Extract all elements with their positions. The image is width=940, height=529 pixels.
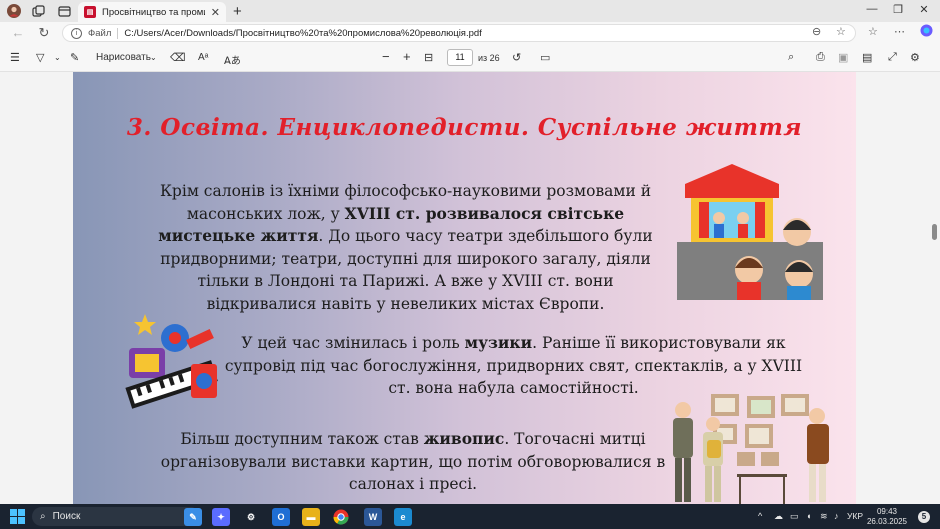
copilot-taskbar-icon[interactable]: ✦ xyxy=(212,508,230,526)
start-menu-icon[interactable] xyxy=(10,509,25,524)
outlook-icon[interactable]: O xyxy=(272,508,290,526)
chevron-down-icon[interactable]: ⌄ xyxy=(54,53,61,62)
scrollbar-thumb[interactable] xyxy=(932,224,937,240)
search-label: Поиск xyxy=(52,511,81,522)
art-exhibition-illustration xyxy=(673,394,829,504)
clock-time: 09:43 xyxy=(876,507,898,516)
volume-icon[interactable]: ◖ xyxy=(806,511,811,521)
text-run: Більш доступним також став xyxy=(180,430,424,448)
translate-icon[interactable]: ꓮあ xyxy=(224,52,241,67)
notification-badge[interactable]: 5 xyxy=(918,511,930,523)
refresh-icon[interactable]: ↻ xyxy=(36,25,52,41)
bold-text: музики xyxy=(464,333,533,352)
taskbar-search-field[interactable]: ⌕ Поиск xyxy=(32,507,200,526)
maximize-icon[interactable]: ❐ xyxy=(888,3,908,16)
puppet-theatre-illustration xyxy=(677,164,823,300)
bold-text: живопис xyxy=(423,429,505,448)
tab-title: Просвітництво та промислова р xyxy=(102,6,205,18)
pdf-page: 3. Освіта. Енциклопедисти. Суспільне жит… xyxy=(73,72,856,504)
close-tab-icon[interactable]: ✕ xyxy=(211,6,220,19)
url-field[interactable]: i Файл C:/Users/Acer/Downloads/Просвітни… xyxy=(62,24,856,42)
save-as-icon[interactable]: ▤ xyxy=(862,51,872,64)
vertical-scrollbar[interactable] xyxy=(929,72,940,504)
chrome-icon[interactable] xyxy=(332,508,350,526)
zoom-in-button[interactable]: + xyxy=(403,49,411,64)
onedrive-icon[interactable]: ☁ xyxy=(774,511,783,522)
pdf-toolbar: ☰ ▽ ⌄ ✎ Нарисовать ⌄ ⌫ Aᵃ ꓮあ − + ⊟ 11 из… xyxy=(0,44,940,72)
contents-icon[interactable]: ☰ xyxy=(10,51,20,64)
speaker-icon[interactable]: ♪ xyxy=(834,511,839,521)
search-icon: ⌕ xyxy=(40,511,46,522)
eraser-icon[interactable]: ⌫ xyxy=(170,51,186,64)
taskbar-clock[interactable]: 09:43 26.03.2025 xyxy=(866,507,908,527)
zoom-out-button[interactable]: − xyxy=(382,49,390,64)
address-bar: ← ↻ i Файл C:/Users/Acer/Downloads/Просв… xyxy=(0,22,940,44)
tab-bar: ▤ Просвітництво та промислова р ✕ + — ❐ … xyxy=(0,0,940,22)
profile-avatar-icon[interactable] xyxy=(6,3,22,19)
favorites-icon[interactable]: ☆ xyxy=(868,25,878,38)
minimize-icon[interactable]: — xyxy=(862,3,882,15)
slide-title: 3. Освіта. Енциклопедисти. Суспільне жит… xyxy=(126,114,803,141)
highlight-icon[interactable]: ▽ xyxy=(36,51,44,64)
chevron-down-icon[interactable]: ⌄ xyxy=(150,53,157,62)
tab-actions-icon[interactable] xyxy=(56,3,72,19)
settings-gear-icon[interactable]: ⚙ xyxy=(910,51,920,64)
paragraph-painting: Більш доступним також став живопис. Того… xyxy=(153,428,673,496)
paragraph-theatre: Крім салонів із їхніми філософсько-науко… xyxy=(143,180,668,315)
fit-page-icon[interactable]: ⊟ xyxy=(424,51,433,64)
page-view-icon[interactable]: ▭ xyxy=(540,51,550,64)
new-tab-icon[interactable]: + xyxy=(233,3,242,20)
battery-icon[interactable]: ▭ xyxy=(790,511,799,522)
text-run: У цей час змінилась і роль xyxy=(241,334,465,352)
input-language-indicator[interactable]: УКР xyxy=(847,511,863,521)
divider xyxy=(117,27,119,39)
read-aloud-icon[interactable]: Aᵃ xyxy=(198,52,208,63)
fullscreen-icon[interactable]: ⤢ xyxy=(888,51,897,64)
search-icon[interactable]: ⌕ xyxy=(788,51,794,64)
close-window-icon[interactable]: ✕ xyxy=(914,3,934,16)
more-menu-icon[interactable]: ⋯ xyxy=(894,25,905,38)
windows-taskbar: ⌕ Поиск ✎ ✦ ⚙ O ▬ W e ^ ☁ ▭ ◖ ≋ ♪ УКР 09… xyxy=(0,504,940,529)
back-icon[interactable]: ← xyxy=(10,25,26,40)
url-scheme-label: Файл xyxy=(88,27,112,39)
page-total-label: из 26 xyxy=(478,53,500,63)
workspaces-icon[interactable] xyxy=(30,3,46,19)
copilot-icon[interactable] xyxy=(920,24,933,40)
draw-icon[interactable]: ✎ xyxy=(70,51,79,64)
file-explorer-icon[interactable]: ▬ xyxy=(302,508,320,526)
wifi-icon[interactable]: ≋ xyxy=(820,511,828,522)
word-icon[interactable]: W xyxy=(364,508,382,526)
save-icon[interactable]: ▣ xyxy=(838,51,848,64)
pdf-icon: ▤ xyxy=(84,6,96,18)
edge-icon[interactable]: e xyxy=(394,508,412,526)
favorite-star-icon[interactable]: ☆ xyxy=(836,25,846,38)
tray-chevron-icon[interactable]: ^ xyxy=(758,511,762,521)
page-number-input[interactable]: 11 xyxy=(447,49,473,66)
bing-widget-icon[interactable]: ✎ xyxy=(184,508,202,526)
zoom-indicator-icon[interactable]: ⊖ xyxy=(812,25,821,38)
clock-date: 26.03.2025 xyxy=(866,517,908,526)
pdf-viewer[interactable]: 3. Освіта. Енциклопедисти. Суспільне жит… xyxy=(0,72,940,504)
print-icon[interactable]: ⎙ xyxy=(816,51,825,64)
tab-active[interactable]: ▤ Просвітництво та промислова р ✕ xyxy=(78,2,226,22)
settings-gear-icon[interactable]: ⚙ xyxy=(242,508,260,526)
url-text[interactable]: C:/Users/Acer/Downloads/Просвітництво%20… xyxy=(124,28,481,39)
info-icon[interactable]: i xyxy=(71,27,82,39)
music-instruments-illustration xyxy=(125,314,218,409)
draw-button[interactable]: Нарисовать xyxy=(96,52,151,63)
rotate-icon[interactable]: ↺ xyxy=(512,51,521,64)
